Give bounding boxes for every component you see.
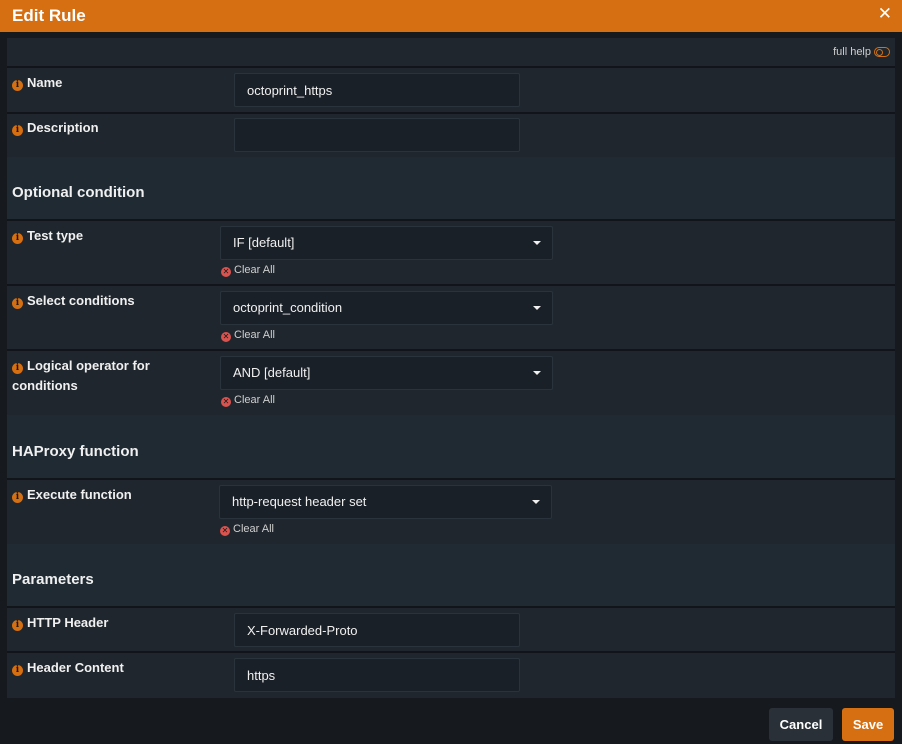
clear-circle-icon: ✕ bbox=[221, 332, 231, 342]
header-content-input[interactable] bbox=[234, 658, 520, 692]
info-icon[interactable]: i bbox=[12, 298, 23, 309]
info-icon[interactable]: i bbox=[12, 80, 23, 91]
chevron-down-icon bbox=[533, 241, 541, 245]
test-type-select[interactable]: IF [default] bbox=[220, 226, 553, 260]
execute-function-select[interactable]: http-request header set bbox=[219, 485, 552, 519]
clear-all-label: Clear All bbox=[233, 523, 274, 535]
optional-condition-heading: Optional condition bbox=[12, 184, 145, 201]
test-type-label-text: Test type bbox=[27, 228, 84, 243]
dialog-title: Edit Rule bbox=[12, 6, 86, 25]
clear-circle-icon: ✕ bbox=[221, 397, 231, 407]
logical-operator-value: AND [default] bbox=[233, 365, 311, 380]
dialog-titlebar: Edit Rule ✕ bbox=[0, 0, 902, 32]
execute-function-label-text: Execute function bbox=[27, 487, 132, 502]
http-header-label-text: HTTP Header bbox=[27, 615, 109, 630]
row-divider bbox=[7, 349, 895, 351]
haproxy-function-section bbox=[7, 415, 895, 478]
row-divider bbox=[7, 219, 895, 221]
test-type-value: IF [default] bbox=[233, 235, 295, 250]
chevron-down-icon bbox=[533, 371, 541, 375]
cancel-button[interactable]: Cancel bbox=[769, 708, 833, 741]
full-help-toggle-icon[interactable] bbox=[874, 47, 890, 57]
info-icon[interactable]: i bbox=[12, 363, 23, 374]
full-help-label: full help bbox=[833, 46, 871, 58]
info-icon[interactable]: i bbox=[12, 665, 23, 676]
header-content-label: i Header Content bbox=[12, 658, 124, 678]
row-divider bbox=[7, 112, 895, 114]
info-icon[interactable]: i bbox=[12, 492, 23, 503]
name-label-text: Name bbox=[27, 75, 63, 90]
row-divider bbox=[7, 606, 895, 608]
clear-all-label: Clear All bbox=[234, 264, 275, 276]
execute-function-label: i Execute function bbox=[12, 485, 132, 505]
select-conditions-clear-all[interactable]: ✕ Clear All bbox=[221, 329, 275, 342]
http-header-label: i HTTP Header bbox=[12, 613, 108, 633]
name-label: i Name bbox=[12, 73, 62, 93]
logical-operator-label: i Logical operator for conditions bbox=[12, 356, 192, 396]
header-content-label-text: Header Content bbox=[27, 660, 124, 675]
clear-circle-icon: ✕ bbox=[220, 526, 230, 536]
row-divider bbox=[7, 284, 895, 286]
clear-all-label: Clear All bbox=[234, 329, 275, 341]
parameters-section bbox=[7, 544, 895, 606]
logical-operator-select[interactable]: AND [default] bbox=[220, 356, 553, 390]
execute-function-clear-all[interactable]: ✕ Clear All bbox=[220, 523, 274, 536]
row-divider bbox=[7, 651, 895, 653]
http-header-input[interactable] bbox=[234, 613, 520, 647]
select-conditions-label-text: Select conditions bbox=[27, 293, 135, 308]
row-divider bbox=[7, 66, 895, 68]
test-type-label: i Test type bbox=[12, 226, 83, 246]
row-divider bbox=[7, 478, 895, 480]
select-conditions-select[interactable]: octoprint_condition bbox=[220, 291, 553, 325]
test-type-clear-all[interactable]: ✕ Clear All bbox=[221, 264, 275, 277]
name-input[interactable] bbox=[234, 73, 520, 107]
logical-operator-label-text: Logical operator for conditions bbox=[12, 358, 150, 393]
select-conditions-label: i Select conditions bbox=[12, 291, 135, 311]
description-input[interactable] bbox=[234, 118, 520, 152]
save-button[interactable]: Save bbox=[842, 708, 894, 741]
logical-operator-clear-all[interactable]: ✕ Clear All bbox=[221, 394, 275, 407]
info-icon[interactable]: i bbox=[12, 125, 23, 136]
info-icon[interactable]: i bbox=[12, 233, 23, 244]
select-conditions-value: octoprint_condition bbox=[233, 300, 343, 315]
chevron-down-icon bbox=[533, 306, 541, 310]
parameters-heading: Parameters bbox=[12, 571, 94, 588]
description-label-text: Description bbox=[27, 120, 99, 135]
chevron-down-icon bbox=[532, 500, 540, 504]
clear-circle-icon: ✕ bbox=[221, 267, 231, 277]
clear-all-label: Clear All bbox=[234, 394, 275, 406]
info-icon[interactable]: i bbox=[12, 620, 23, 631]
description-label: i Description bbox=[12, 118, 99, 138]
execute-function-value: http-request header set bbox=[232, 494, 367, 509]
edit-rule-dialog: Edit Rule ✕ full help i Name i Description… bbox=[0, 0, 902, 744]
haproxy-function-heading: HAProxy function bbox=[12, 443, 139, 460]
close-icon[interactable]: ✕ bbox=[878, 4, 892, 24]
